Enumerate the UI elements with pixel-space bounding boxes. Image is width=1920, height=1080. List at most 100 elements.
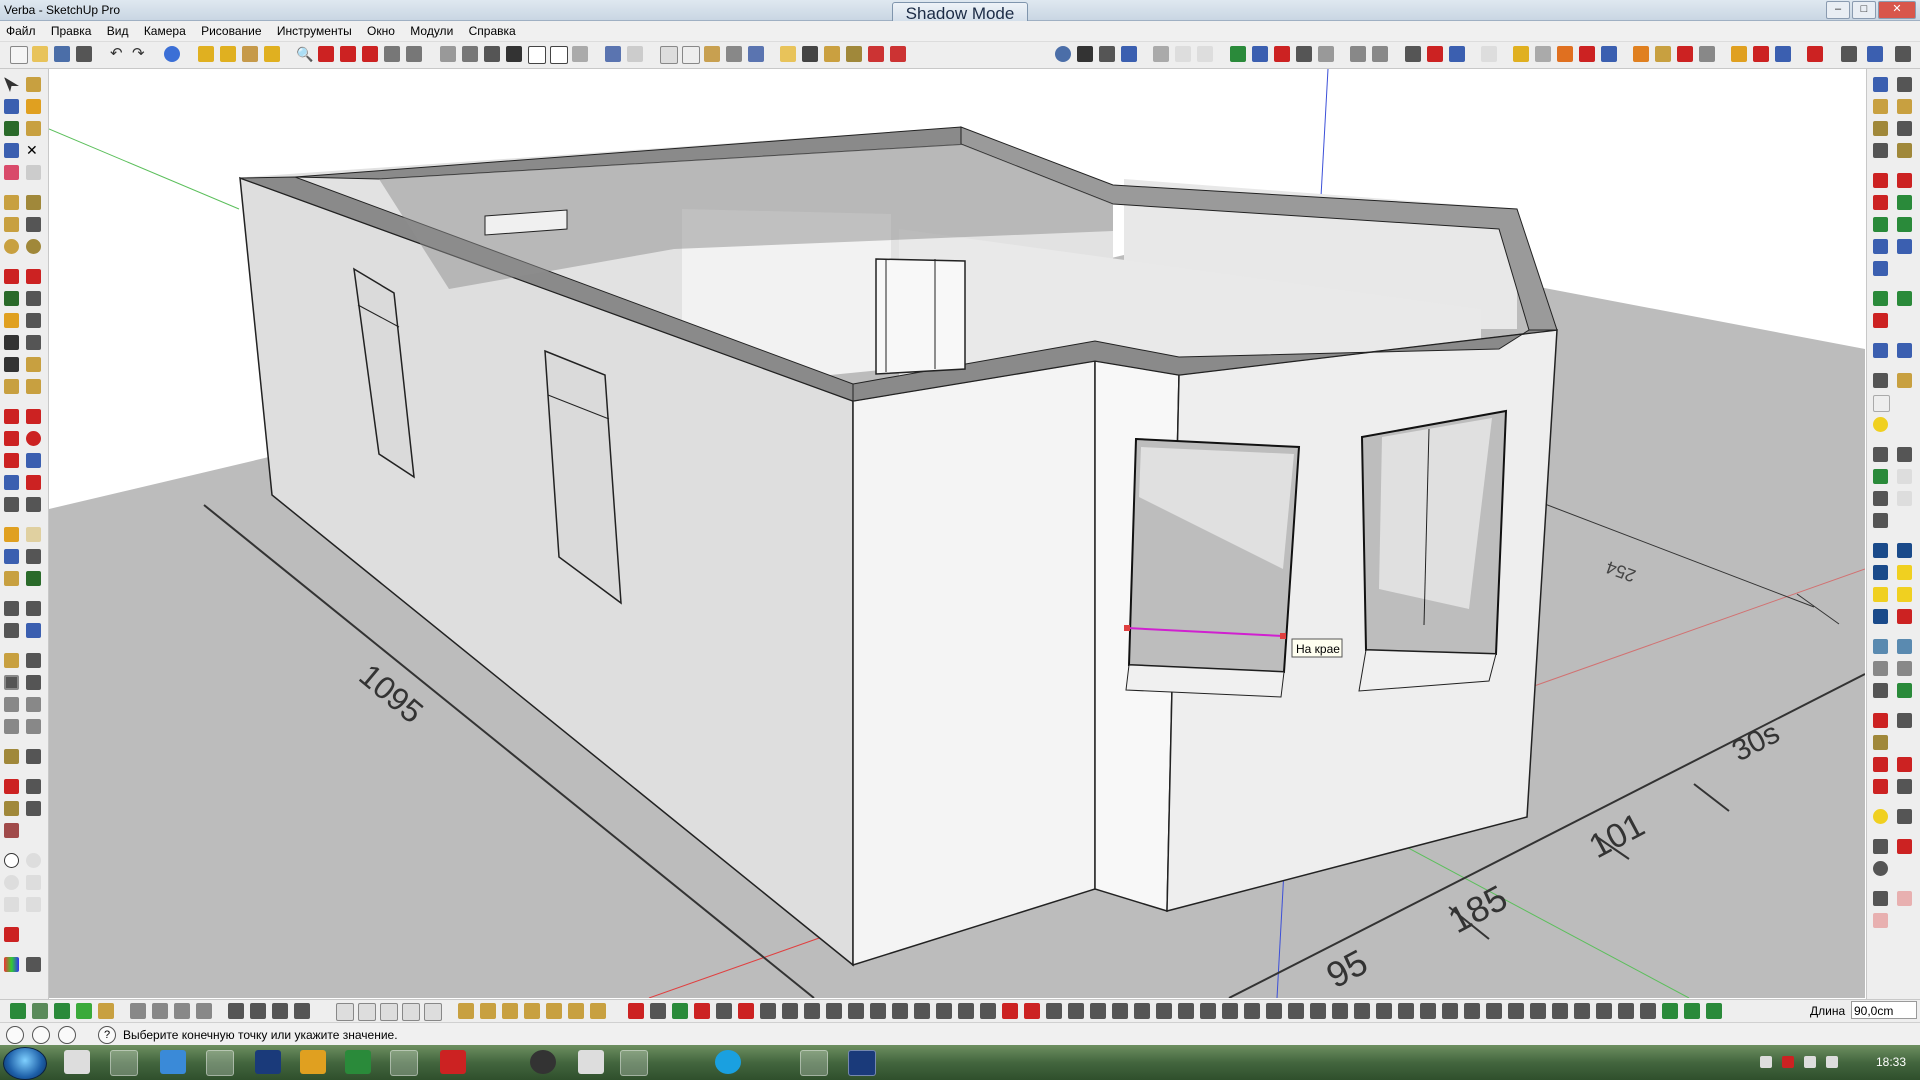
circle-icon[interactable] (4, 239, 19, 254)
b-tool-31-icon[interactable] (738, 1003, 754, 1019)
r-tool-4-icon[interactable] (1897, 99, 1912, 114)
undo-icon[interactable]: ↶ (110, 46, 126, 62)
r-plant-2-icon[interactable] (1897, 291, 1912, 306)
menu-view[interactable]: Вид (101, 21, 135, 38)
box-icon[interactable] (4, 527, 19, 542)
eraser-icon[interactable] (4, 165, 19, 180)
r-figure-icon[interactable] (1897, 839, 1912, 854)
dimension-tool-icon[interactable] (26, 335, 41, 350)
plugin-icon[interactable] (1655, 46, 1671, 62)
section-plane-icon[interactable] (406, 46, 422, 62)
r-red-3-icon[interactable] (1873, 195, 1888, 210)
r-blue-sq-2-icon[interactable] (1897, 543, 1912, 558)
b-tool-1-icon[interactable] (10, 1003, 26, 1019)
menu-window[interactable]: Окно (361, 21, 401, 38)
tray-volume-icon[interactable] (1826, 1056, 1838, 1068)
freehand-icon[interactable] (26, 269, 41, 284)
camera-icon[interactable] (1077, 46, 1093, 62)
r-shield-1-icon[interactable] (1873, 343, 1888, 358)
r-cyl-3-icon[interactable] (1873, 661, 1888, 676)
3d-text-icon[interactable] (4, 357, 19, 372)
b-tool-64-icon[interactable] (1464, 1003, 1480, 1019)
r-yellow-3-icon[interactable] (1897, 587, 1912, 602)
r-tool-6-icon[interactable] (1897, 121, 1912, 136)
info-dot-icon[interactable] (1055, 46, 1071, 62)
r-tool-7-icon[interactable] (1873, 143, 1888, 158)
three-point-arc-icon[interactable] (4, 313, 19, 328)
plugin-red3-icon[interactable] (1807, 46, 1823, 62)
section-red-icon[interactable] (4, 927, 19, 942)
b-tool-67-icon[interactable] (1530, 1003, 1546, 1019)
ruby-icon[interactable] (890, 46, 906, 62)
flip-icon[interactable] (4, 475, 19, 490)
b-tool-21-icon[interactable] (502, 1003, 518, 1019)
layer-red-icon[interactable] (4, 779, 19, 794)
top-view-icon[interactable] (462, 46, 478, 62)
uv-icon[interactable] (26, 749, 41, 764)
r-compass-icon[interactable] (1873, 891, 1888, 906)
b-tool-16-icon[interactable] (380, 1003, 398, 1021)
r-red-2-icon[interactable] (1897, 173, 1912, 188)
r-flower-icon[interactable] (1873, 313, 1888, 328)
r-cyl-2-icon[interactable] (1897, 639, 1912, 654)
taskbar-ps-active-icon[interactable] (848, 1050, 876, 1076)
mirror-icon[interactable] (26, 475, 41, 490)
b-tool-22-icon[interactable] (524, 1003, 540, 1019)
dimension-icon[interactable] (1252, 46, 1268, 62)
r-cyl-4-icon[interactable] (1897, 661, 1912, 676)
b-tool-39-icon[interactable] (914, 1003, 930, 1019)
b-tool-65-icon[interactable] (1486, 1003, 1502, 1019)
menu-tools[interactable]: Инструменты (271, 21, 358, 38)
color-picker-icon[interactable] (4, 957, 19, 972)
help-icon[interactable]: ? (98, 1026, 116, 1044)
frame-icon[interactable] (26, 653, 41, 668)
orbit-tool-icon[interactable] (4, 853, 19, 868)
r-eye-icon[interactable] (1873, 861, 1888, 876)
pan-tool-icon[interactable] (26, 853, 41, 868)
rotate-icon[interactable] (4, 431, 19, 446)
move-icon[interactable] (26, 409, 41, 424)
dynamic-icon[interactable] (1535, 46, 1551, 62)
start-button[interactable] (3, 1047, 47, 1080)
b-tool-71-icon[interactable] (1618, 1003, 1634, 1019)
b-tool-41-icon[interactable] (958, 1003, 974, 1019)
b-tool-11-icon[interactable] (250, 1003, 266, 1019)
arc-icon[interactable] (4, 291, 19, 306)
b-tool-27-icon[interactable] (650, 1003, 666, 1019)
layer-rust-icon[interactable] (4, 823, 19, 838)
b-tool-32-icon[interactable] (760, 1003, 776, 1019)
settings-small-icon[interactable] (26, 957, 41, 972)
b-tool-13-icon[interactable] (294, 1003, 310, 1019)
r-mod-7-icon[interactable] (1897, 779, 1912, 794)
r-mod-5-icon[interactable] (1897, 757, 1912, 772)
smooth-icon[interactable] (26, 697, 41, 712)
r-blue-3-icon[interactable] (1873, 261, 1888, 276)
r-sun-icon[interactable] (1873, 809, 1888, 824)
b-tool-8-icon[interactable] (174, 1003, 190, 1019)
b-tool-53-icon[interactable] (1222, 1003, 1238, 1019)
b-tool-14-icon[interactable] (336, 1003, 354, 1021)
r-tool-5-icon[interactable] (1873, 121, 1888, 136)
taskbar-window-icon[interactable] (800, 1050, 828, 1076)
tape-measure-icon[interactable] (26, 121, 41, 136)
pie-icon[interactable] (26, 291, 41, 306)
b-tool-55-icon[interactable] (1266, 1003, 1282, 1019)
b-tool-4-icon[interactable] (76, 1003, 92, 1019)
r-tool-8-icon[interactable] (1897, 143, 1912, 158)
rotated-rectangle-icon[interactable] (26, 195, 41, 210)
component-icon[interactable] (780, 46, 796, 62)
r-plant-1-icon[interactable] (1873, 291, 1888, 306)
make-component-icon[interactable] (26, 77, 41, 92)
warehouse-icon[interactable] (1601, 46, 1617, 62)
r-render-3-icon[interactable] (1873, 469, 1888, 484)
r-green-1-icon[interactable] (1897, 195, 1912, 210)
position-camera-icon[interactable] (384, 46, 400, 62)
roof-icon[interactable] (26, 601, 41, 616)
scene-icon[interactable] (1099, 46, 1115, 62)
tray-network-icon[interactable] (1804, 1056, 1816, 1068)
protractor-icon[interactable] (26, 357, 41, 372)
r-camera-icon[interactable] (1873, 373, 1888, 388)
fog-toggle-icon[interactable] (1318, 46, 1334, 62)
text-icon[interactable] (4, 335, 19, 350)
group-icon[interactable] (802, 46, 818, 62)
